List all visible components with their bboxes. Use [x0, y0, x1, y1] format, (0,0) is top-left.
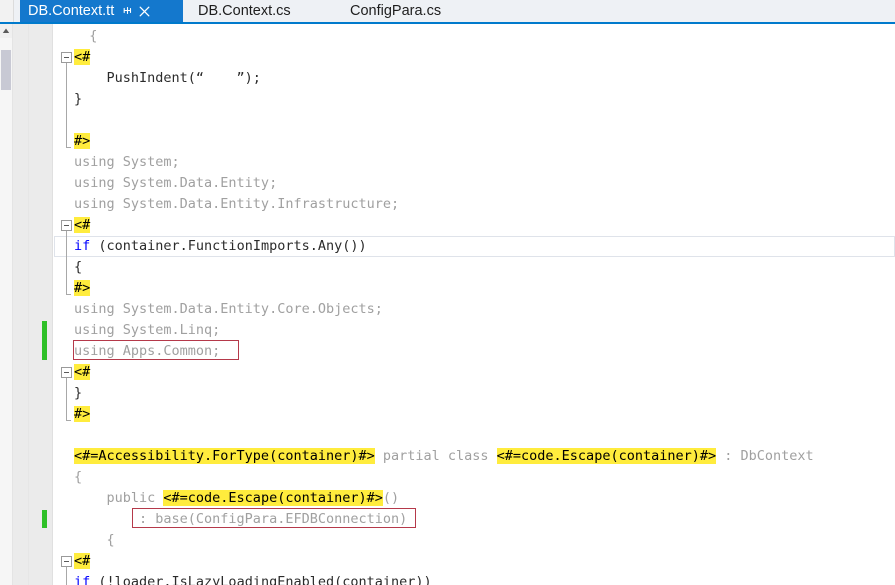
change-indicator-bar	[42, 321, 47, 360]
code-token-kw: if	[74, 238, 90, 254]
tab-strip-left-edge	[0, 0, 14, 22]
code-token-plain: using System.Data.Entity.Core.Objects;	[74, 301, 383, 317]
code-token-tag: <#=Accessibility.ForType(container)#>	[74, 448, 375, 464]
code-token-tag: <#	[74, 217, 90, 233]
tab-label-db-context-tt: DB.Context.tt	[28, 3, 120, 19]
code-line: using System;	[74, 152, 180, 173]
code-token-plain: using System.Data.Entity;	[74, 175, 277, 191]
pin-icon[interactable]	[120, 3, 135, 19]
code-line: <#	[74, 551, 90, 572]
code-line: if (!loader.IsLazyLoadingEnabled(contain…	[74, 572, 432, 585]
code-line: {	[74, 467, 82, 488]
code-line: <#	[74, 47, 90, 68]
code-token-kw: if	[74, 574, 90, 585]
code-token-plain: partial class	[375, 448, 497, 464]
code-token-tag: <#=code.Escape(container)#>	[497, 448, 716, 464]
code-token-tag: <#	[74, 364, 90, 380]
code-token-tag: <#	[74, 49, 90, 65]
code-line: #>	[74, 131, 90, 152]
code-editor-window: DB.Context.tt DB.Context.cs ConfigPara.c…	[0, 0, 895, 585]
code-token-tag: #>	[74, 280, 90, 296]
code-token-tag: #>	[74, 406, 90, 422]
code-line: {	[74, 26, 97, 47]
code-text[interactable]: { <# PushIndent(“ ”);} #> using System; usin…	[54, 24, 895, 585]
code-token-plain: : DbContext	[716, 448, 814, 464]
indicator-margin-divider	[28, 24, 29, 585]
code-token-plain: public	[74, 490, 163, 506]
code-line: using System.Data.Entity.Infrastructure;	[74, 194, 399, 215]
code-token-tag: <#	[74, 553, 90, 569]
code-line: {	[74, 530, 115, 551]
code-token-code: PushIndent(“ ”);	[74, 70, 261, 86]
close-icon[interactable]	[137, 3, 152, 19]
code-line: using System.Linq;	[74, 320, 220, 341]
code-token-plain: {	[74, 532, 115, 548]
code-token-code: }	[74, 385, 82, 401]
code-line: using Apps.Common;	[74, 341, 220, 362]
code-line: }	[74, 89, 82, 110]
code-line: public <#=code.Escape(container)#>()	[74, 488, 399, 509]
code-token-plain: {	[74, 469, 82, 485]
tab-label-db-context-cs: DB.Context.cs	[198, 3, 297, 19]
code-line: PushIndent(“ ”);	[74, 68, 261, 89]
code-line: }	[74, 383, 82, 404]
indicator-margin[interactable]	[13, 24, 53, 585]
code-token-plain: using System.Linq;	[74, 322, 220, 338]
tab-label-config-para-cs: ConfigPara.cs	[350, 3, 447, 19]
text-editor-surface[interactable]: { <# PushIndent(“ ”);} #> using System; usin…	[13, 24, 895, 585]
code-line: #>	[74, 404, 90, 425]
code-line: : base(ConfigPara.EFDBConnection)	[74, 509, 407, 530]
code-token-tag: <#=code.Escape(container)#>	[163, 490, 382, 506]
code-line: <#	[74, 215, 90, 236]
code-token-plain: : base(ConfigPara.EFDBConnection)	[74, 511, 407, 527]
outer-vertical-scrollbar[interactable]	[0, 24, 13, 585]
tab-db-context-cs[interactable]: DB.Context.cs	[190, 0, 305, 22]
code-token-code: (container.FunctionImports.Any())	[90, 238, 366, 254]
editor-tab-strip: DB.Context.tt DB.Context.cs ConfigPara.c…	[0, 0, 895, 22]
code-line: {	[74, 257, 82, 278]
scrollbar-thumb[interactable]	[1, 50, 11, 90]
code-token-plain: using Apps.Common;	[74, 343, 220, 359]
code-line: using System.Data.Entity;	[74, 173, 277, 194]
code-token-code: (!loader.IsLazyLoadingEnabled(container)…	[90, 574, 431, 585]
code-line: using System.Data.Entity.Core.Objects;	[74, 299, 383, 320]
scroll-up-arrow-icon[interactable]	[0, 24, 12, 38]
code-line: if (container.FunctionImports.Any())	[74, 236, 367, 257]
tab-config-para-cs[interactable]: ConfigPara.cs	[342, 0, 455, 22]
tab-db-context-tt[interactable]: DB.Context.tt	[20, 0, 183, 22]
code-line: <#	[74, 362, 90, 383]
code-token-tag: #>	[74, 133, 90, 149]
change-indicator-bar	[42, 510, 47, 528]
code-line: <#=Accessibility.ForType(container)#> pa…	[74, 446, 814, 467]
code-token-plain: using System;	[74, 154, 180, 170]
code-token-code: }	[74, 91, 82, 107]
code-line: #>	[74, 278, 90, 299]
code-token-code: {	[74, 259, 82, 275]
code-token-plain: ()	[383, 490, 399, 506]
code-token-plain: using System.Data.Entity.Infrastructure;	[74, 196, 399, 212]
code-token-plain: {	[89, 28, 97, 44]
